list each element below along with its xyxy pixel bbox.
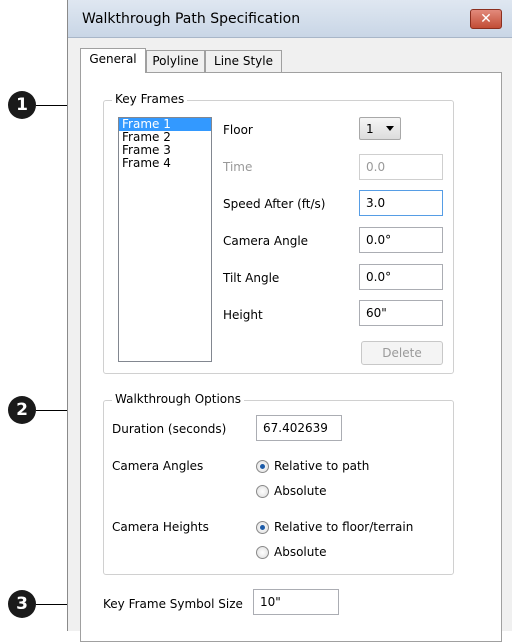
walkthrough-options-group: Walkthrough Options Duration (seconds) 6… <box>103 392 454 575</box>
tab-polyline[interactable]: Polyline <box>146 50 205 72</box>
camera-angles-label: Camera Angles <box>112 459 204 473</box>
title-bar[interactable]: Walkthrough Path Specification ✕ <box>68 0 512 38</box>
speed-after-label: Speed After (ft/s) <box>223 197 326 211</box>
tab-general[interactable]: General <box>80 48 146 73</box>
speed-after-value: 3.0 <box>366 196 386 210</box>
key-frames-group: Key Frames Frame 1 Frame 2 Frame 3 Frame… <box>103 92 454 374</box>
callout-2: 2 <box>8 396 36 424</box>
speed-after-field[interactable]: 3.0 <box>359 190 443 216</box>
walkthrough-path-dialog: Walkthrough Path Specification ✕ General… <box>67 0 512 642</box>
duration-value: 67.402639 <box>263 421 328 435</box>
key-frame-symbol-size-field[interactable]: 10" <box>253 589 339 615</box>
camera-angles-relative-radio[interactable]: Relative to path <box>256 459 416 475</box>
camera-heights-relative-radio[interactable]: Relative to floor/terrain <box>256 520 446 536</box>
camera-angles-absolute-label: Absolute <box>274 484 327 498</box>
chevron-down-icon <box>386 126 394 131</box>
floor-select[interactable]: 1 <box>359 117 401 140</box>
dialog-title: Walkthrough Path Specification <box>82 11 301 27</box>
camera-angle-value: 0.0° <box>366 233 392 247</box>
callout-3: 3 <box>8 590 36 618</box>
radio-selected-icon <box>256 521 269 534</box>
close-button[interactable]: ✕ <box>470 9 502 29</box>
radio-selected-icon <box>256 460 269 473</box>
camera-heights-absolute-label: Absolute <box>274 545 327 559</box>
camera-angle-field[interactable]: 0.0° <box>359 227 443 253</box>
time-label: Time <box>223 160 253 174</box>
radio-unselected-icon <box>256 546 269 559</box>
key-frames-group-label: Key Frames <box>112 92 188 106</box>
duration-field[interactable]: 67.402639 <box>256 415 342 441</box>
camera-angles-absolute-radio[interactable]: Absolute <box>256 484 416 500</box>
camera-heights-label: Camera Heights <box>112 520 209 534</box>
camera-angles-relative-label: Relative to path <box>274 459 370 473</box>
time-field[interactable]: 0.0 <box>359 154 443 180</box>
camera-angle-label: Camera Angle <box>223 234 309 248</box>
floor-select-value: 1 <box>366 122 374 136</box>
tab-line-style-label: Line Style <box>214 54 273 68</box>
height-label: Height <box>223 308 263 322</box>
frames-listbox[interactable]: Frame 1 Frame 2 Frame 3 Frame 4 <box>118 117 212 362</box>
general-tab-panel: Key Frames Frame 1 Frame 2 Frame 3 Frame… <box>80 72 502 642</box>
key-frame-symbol-size-value: 10" <box>260 595 281 609</box>
height-field[interactable]: 60" <box>359 300 443 326</box>
floor-label: Floor <box>223 123 253 137</box>
close-icon: ✕ <box>480 11 492 27</box>
key-frame-symbol-size-label: Key Frame Symbol Size <box>103 597 243 611</box>
radio-unselected-icon <box>256 485 269 498</box>
delete-button-label: Delete <box>382 346 422 360</box>
camera-heights-absolute-radio[interactable]: Absolute <box>256 545 416 561</box>
tilt-angle-field[interactable]: 0.0° <box>359 264 443 290</box>
camera-heights-relative-label: Relative to floor/terrain <box>274 520 414 534</box>
tilt-angle-value: 0.0° <box>366 270 392 284</box>
tab-polyline-label: Polyline <box>152 54 199 68</box>
walkthrough-options-group-label: Walkthrough Options <box>112 392 244 406</box>
callout-1: 1 <box>8 91 36 119</box>
duration-label: Duration (seconds) <box>112 422 227 436</box>
delete-button[interactable]: Delete <box>361 341 443 365</box>
time-value: 0.0 <box>366 160 386 174</box>
tilt-angle-label: Tilt Angle <box>223 271 280 285</box>
list-item[interactable]: Frame 4 <box>119 157 211 170</box>
height-value: 60" <box>366 306 387 320</box>
tab-general-label: General <box>89 52 137 66</box>
tab-line-style[interactable]: Line Style <box>205 50 282 72</box>
